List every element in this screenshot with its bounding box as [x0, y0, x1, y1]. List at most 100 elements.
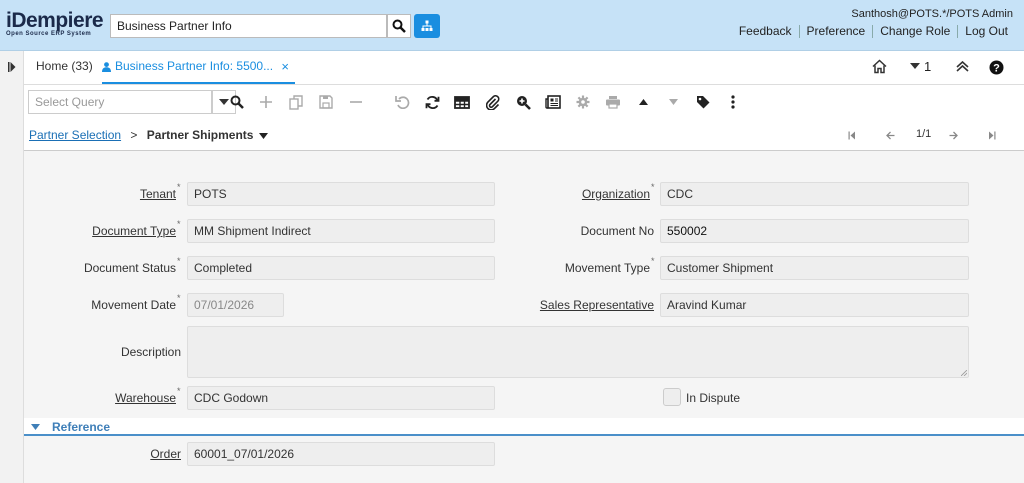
organization-label[interactable]: Organization: [582, 187, 650, 201]
first-record-icon[interactable]: [848, 131, 856, 140]
warehouse-field[interactable]: CDC Godown: [187, 386, 495, 410]
mandatory-marker: *: [177, 293, 181, 303]
table-icon: [454, 95, 470, 109]
search-icon: [392, 19, 406, 33]
movement-type-label: Movement Type: [564, 261, 650, 275]
copy-record-button[interactable]: [287, 93, 305, 111]
sitemap-icon: [421, 20, 433, 31]
caret-up-icon: [638, 99, 648, 105]
tenant-label[interactable]: Tenant: [140, 187, 176, 201]
document-no-field[interactable]: 550002: [660, 219, 969, 243]
close-tab-icon[interactable]: ×: [281, 51, 289, 82]
order-field[interactable]: 60001_07/01/2026: [187, 442, 495, 466]
top-header: iDempiere Open Source ERP System Busines…: [0, 0, 1024, 51]
copy-icon: [289, 94, 303, 110]
next-record-icon[interactable]: [949, 131, 958, 140]
preference-link[interactable]: Preference: [798, 25, 873, 38]
menu-tree-button[interactable]: [414, 14, 440, 38]
mandatory-marker: *: [177, 219, 181, 229]
collapse-up-icon[interactable]: [956, 61, 969, 72]
svg-text:?: ?: [993, 63, 1000, 75]
organization-field[interactable]: CDC: [660, 182, 969, 206]
warehouse-label[interactable]: Warehouse: [115, 391, 176, 405]
header-links: Feedback Preference Change Role Log Out: [732, 25, 1015, 38]
change-role-link[interactable]: Change Role: [872, 25, 957, 38]
description-label: Description: [120, 345, 181, 359]
print-button[interactable]: [604, 93, 622, 111]
mandatory-marker: *: [651, 256, 655, 266]
caret-down-icon: [668, 99, 678, 105]
document-status-field[interactable]: Completed: [187, 256, 495, 280]
breadcrumb-current[interactable]: Partner Shipments: [147, 128, 254, 142]
global-search-input[interactable]: Business Partner Info: [110, 14, 387, 38]
feedback-link[interactable]: Feedback: [732, 25, 799, 38]
tenant-field[interactable]: POTS: [187, 182, 495, 206]
movement-type-field[interactable]: Customer Shipment: [660, 256, 969, 280]
undo-button[interactable]: [393, 93, 411, 111]
kebab-menu-icon: [731, 95, 735, 109]
record-position: 1/1: [916, 128, 932, 140]
save-button[interactable]: [317, 93, 335, 111]
refresh-button[interactable]: [423, 93, 441, 111]
next-tab-button[interactable]: [664, 93, 682, 111]
mandatory-marker: *: [177, 256, 181, 266]
reference-section-header[interactable]: Reference: [24, 418, 1024, 436]
search-button[interactable]: [387, 14, 411, 38]
zoom-in-icon: [516, 95, 531, 110]
zoom-across-button[interactable]: [514, 93, 532, 111]
document-no-label: Document No: [580, 224, 654, 238]
save-icon: [319, 95, 333, 109]
last-record-icon[interactable]: [988, 131, 996, 140]
home-icon[interactable]: [872, 59, 887, 74]
document-type-field[interactable]: MM Shipment Indirect: [187, 219, 495, 243]
breadcrumb-separator: >: [130, 128, 138, 142]
breadcrumb-dropdown-icon[interactable]: [258, 132, 268, 139]
find-button[interactable]: [228, 93, 246, 111]
logout-link[interactable]: Log Out: [957, 25, 1015, 38]
tab-label: Business Partner Info: 5500...: [115, 59, 274, 73]
expand-panel-icon[interactable]: [8, 62, 16, 72]
movement-date-label: Movement Date: [91, 298, 176, 312]
collapse-section-icon[interactable]: [31, 424, 40, 430]
breadcrumb: Partner Selection > Partner Shipments: [29, 128, 268, 142]
help-icon[interactable]: ?: [989, 60, 1004, 75]
window-tabbar: Home (33) Business Partner Info: 5500...…: [24, 51, 1024, 85]
report-button[interactable]: [544, 93, 562, 111]
minus-icon: [350, 101, 362, 103]
delete-button[interactable]: [347, 93, 365, 111]
description-textarea[interactable]: [187, 326, 969, 378]
tag-button[interactable]: [694, 93, 712, 111]
mandatory-marker: *: [177, 182, 181, 192]
reference-section-title: Reference: [52, 420, 111, 434]
tag-icon: [697, 96, 710, 109]
attachment-button[interactable]: [484, 93, 502, 111]
new-record-button[interactable]: [257, 93, 275, 111]
grid-toggle-button[interactable]: [453, 93, 471, 111]
user-icon: [102, 62, 111, 72]
idempiere-logo[interactable]: iDempiere Open Source ERP System: [6, 10, 108, 38]
logo-text: iDempiere: [6, 9, 104, 32]
select-query-input[interactable]: Select Query: [28, 90, 212, 114]
previous-tab-button[interactable]: [634, 93, 652, 111]
breadcrumb-parent-link[interactable]: Partner Selection: [29, 128, 121, 142]
window-list-dropdown-icon[interactable]: [910, 63, 920, 69]
in-dispute-label[interactable]: In Dispute: [686, 391, 740, 405]
sales-representative-field[interactable]: Aravind Kumar: [660, 293, 969, 317]
movement-date-field[interactable]: 07/01/2026: [187, 293, 284, 317]
previous-record-icon[interactable]: [886, 131, 895, 140]
in-dispute-checkbox[interactable]: [663, 388, 681, 406]
process-button[interactable]: [574, 93, 592, 111]
tab-business-partner-info[interactable]: Business Partner Info: 5500... ×: [102, 51, 295, 84]
resize-handle-icon[interactable]: [961, 370, 967, 376]
window-count[interactable]: 1: [924, 59, 931, 74]
record-toolbar: Select Query: [24, 85, 1024, 119]
sales-representative-label[interactable]: Sales Representative: [540, 298, 654, 312]
undo-icon: [394, 96, 409, 109]
plus-icon: [260, 96, 272, 108]
more-options-button[interactable]: [724, 93, 742, 111]
user-role-label[interactable]: Santhosh@POTS.*/POTS Admin: [851, 8, 1013, 20]
document-type-label[interactable]: Document Type: [92, 224, 176, 238]
refresh-icon: [425, 95, 439, 109]
order-label[interactable]: Order: [150, 447, 181, 461]
tab-home[interactable]: Home (33): [36, 51, 93, 84]
